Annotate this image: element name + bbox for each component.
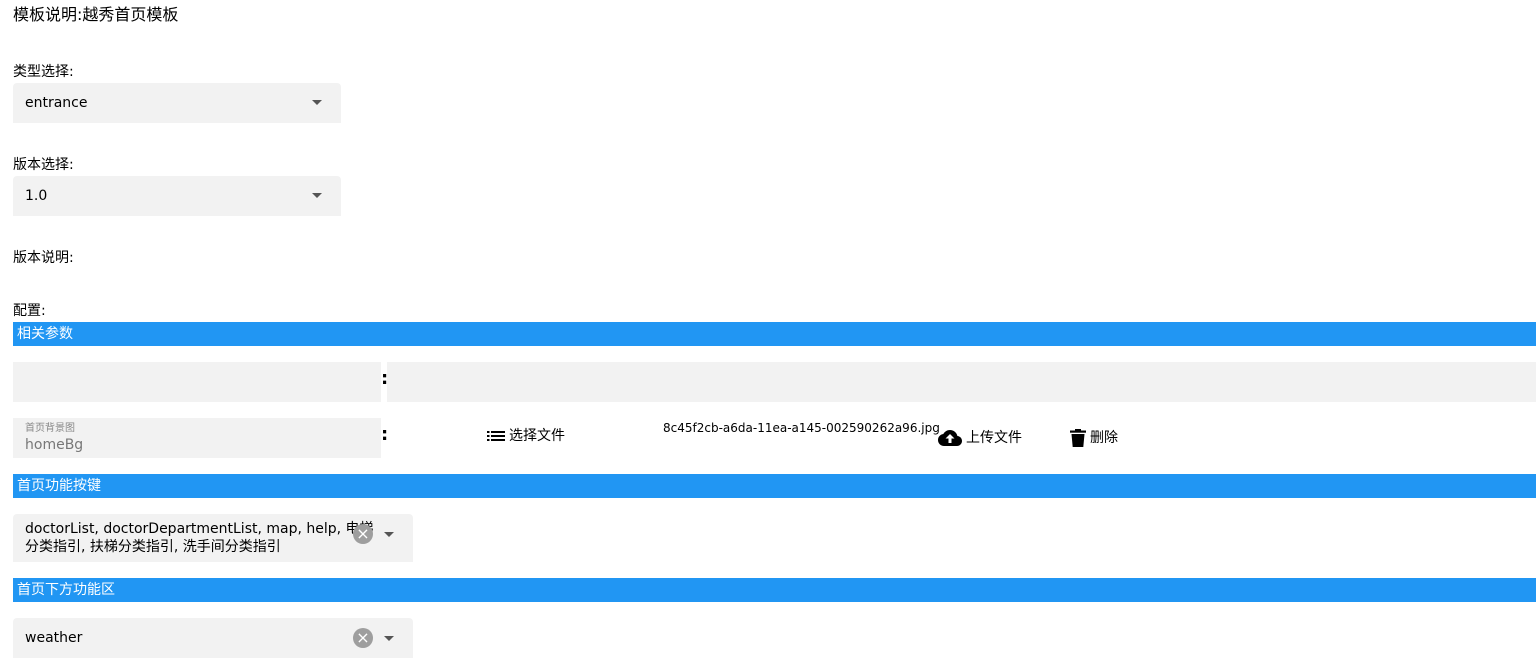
arrow-drop-down-icon[interactable] bbox=[384, 636, 394, 641]
arrow-drop-down-icon bbox=[312, 100, 322, 105]
param-key-input[interactable] bbox=[13, 362, 381, 402]
version-description-label: 版本说明: bbox=[13, 250, 74, 266]
home-bg-float-label: 首页背景图 bbox=[25, 423, 75, 434]
choose-file-label: 选择文件 bbox=[509, 428, 565, 444]
section-title-home-buttons: 首页功能按键 bbox=[17, 478, 101, 494]
section-title-home-bottom: 首页下方功能区 bbox=[17, 582, 115, 598]
template-description-label: 模板说明: bbox=[13, 5, 83, 24]
home-bottom-multiselect[interactable]: weather × bbox=[13, 618, 413, 658]
cloud-upload-icon bbox=[938, 429, 962, 447]
arrow-drop-down-icon bbox=[312, 193, 322, 198]
arrow-drop-down-icon[interactable] bbox=[384, 532, 394, 537]
version-select-value: 1.0 bbox=[25, 188, 48, 204]
version-select[interactable]: 1.0 bbox=[13, 176, 341, 216]
version-select-label: 版本选择: bbox=[13, 157, 74, 173]
type-select[interactable]: entrance bbox=[13, 83, 341, 123]
home-buttons-multiselect[interactable]: doctorList, doctorDepartmentList, map, h… bbox=[13, 514, 413, 562]
cancel-circle-icon[interactable]: × bbox=[353, 524, 373, 544]
delete-label: 删除 bbox=[1090, 430, 1118, 446]
param-separator: : bbox=[381, 424, 389, 445]
type-select-label: 类型选择: bbox=[13, 64, 74, 80]
delete-button[interactable]: 删除 bbox=[1070, 429, 1118, 447]
template-description-value: 越秀首页模板 bbox=[82, 5, 179, 24]
list-icon bbox=[487, 429, 505, 443]
file-name: 8c45f2cb-a6da-11ea-a145-002590262a96.jpg bbox=[663, 421, 940, 435]
upload-file-label: 上传文件 bbox=[966, 430, 1022, 446]
home-bottom-value: weather bbox=[25, 630, 83, 646]
section-header-params: 相关参数 bbox=[13, 322, 1536, 346]
upload-file-button[interactable]: 上传文件 bbox=[938, 429, 1022, 447]
home-bg-key-input[interactable]: 首页背景图 homeBg bbox=[13, 418, 381, 458]
home-buttons-value-line1: doctorList, doctorDepartmentList, map, h… bbox=[25, 521, 374, 537]
cancel-circle-icon[interactable]: × bbox=[353, 628, 373, 648]
param-value-input[interactable] bbox=[387, 362, 1536, 402]
section-header-home-bottom: 首页下方功能区 bbox=[13, 578, 1536, 602]
type-select-value: entrance bbox=[25, 95, 88, 111]
home-bg-key-value: homeBg bbox=[25, 437, 84, 453]
config-label: 配置: bbox=[13, 303, 46, 319]
choose-file-button[interactable]: 选择文件 bbox=[487, 427, 565, 445]
template-description: 模板说明:越秀首页模板 bbox=[13, 5, 178, 25]
section-header-home-buttons: 首页功能按键 bbox=[13, 474, 1536, 498]
trash-icon bbox=[1070, 429, 1086, 447]
home-buttons-value-line2: 分类指引, 扶梯分类指引, 洗手间分类指引 bbox=[25, 539, 281, 555]
section-title-params: 相关参数 bbox=[17, 326, 73, 342]
